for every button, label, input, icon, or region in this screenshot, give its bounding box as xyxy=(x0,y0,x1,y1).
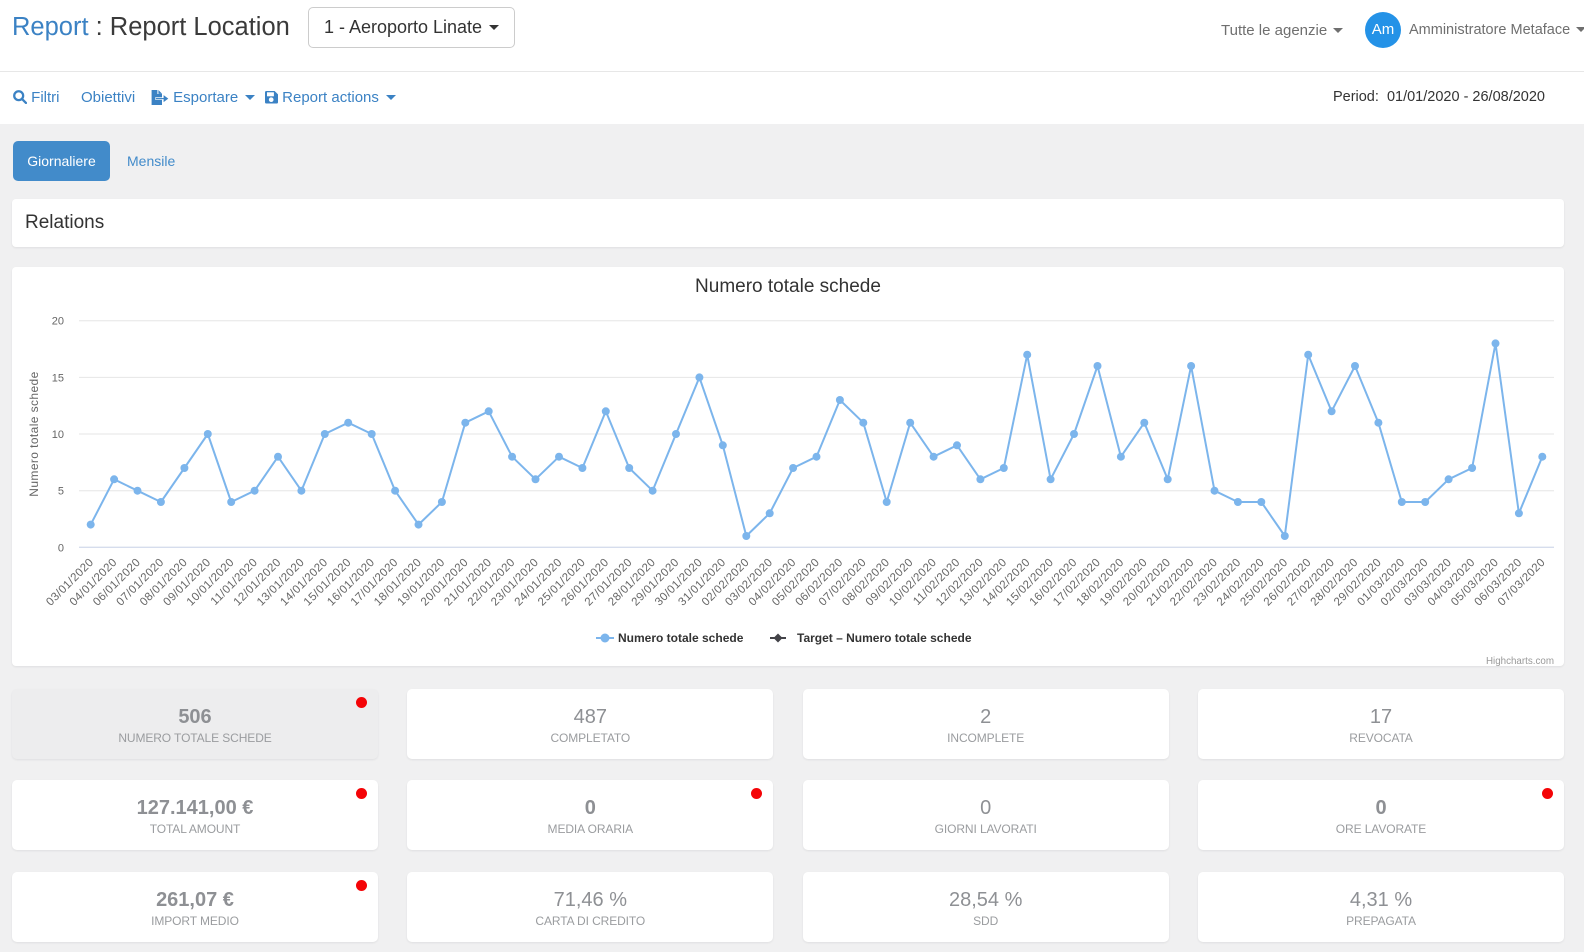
svg-text:0: 0 xyxy=(58,542,64,554)
svg-text:Highcharts.com: Highcharts.com xyxy=(1486,656,1554,666)
svg-text:Numero totale schede: Numero totale schede xyxy=(618,631,744,645)
svg-text:20: 20 xyxy=(52,316,64,328)
svg-text:Target – Numero totale schede: Target – Numero totale schede xyxy=(797,631,972,645)
svg-text:10: 10 xyxy=(52,429,64,441)
svg-text:Numero totale schede: Numero totale schede xyxy=(27,371,41,496)
svg-text:15: 15 xyxy=(52,372,64,384)
svg-text:Numero totale schede: Numero totale schede xyxy=(695,276,881,297)
svg-text:5: 5 xyxy=(58,486,64,498)
